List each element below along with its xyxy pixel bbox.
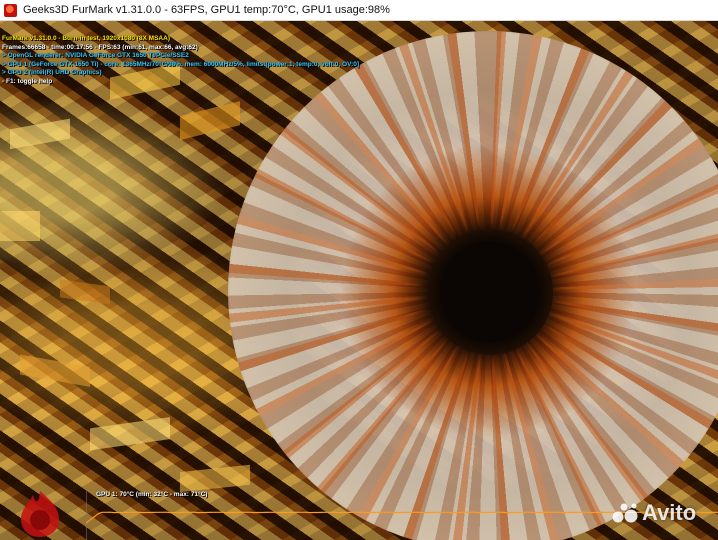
osd-line: Frames:66658 - time:00:17:56 - FPS:63 (m… xyxy=(2,43,198,51)
gpu-temperature-label: GPU 1: 70°C (min: 32°C - max: 71°C) xyxy=(96,491,208,498)
fur-eye-pupil xyxy=(427,229,553,355)
title-bar[interactable]: Geeks3D FurMark v1.31.0.0 - 63FPS, GPU1 … xyxy=(0,0,718,21)
osd-line: > GPU 2 (Intel(R) UHD Graphics) xyxy=(2,69,102,77)
avito-dots-icon xyxy=(612,503,638,523)
furmark-app-icon xyxy=(4,3,17,17)
stats-overlay: FurMark v1.31.0.0 - Burn-in test, 1920x1… xyxy=(2,35,359,87)
render-viewport[interactable]: FurMark v1.31.0.0 - Burn-in test, 1920x1… xyxy=(0,21,718,540)
furmark-window: Geeks3D FurMark v1.31.0.0 - 63FPS, GPU1 … xyxy=(0,0,718,540)
furmark-logo-icon xyxy=(21,491,59,537)
osd-line: FurMark v1.31.0.0 - Burn-in test, 1920x1… xyxy=(2,35,170,42)
osd-line: - F1: toggle help xyxy=(2,77,53,85)
avito-watermark: Avito xyxy=(612,500,696,526)
avito-watermark-text: Avito xyxy=(642,500,697,525)
osd-line: > OpenGL renderer: NVIDIA GeForce GTX 16… xyxy=(2,52,189,60)
window-title: Geeks3D FurMark v1.31.0.0 - 63FPS, GPU1 … xyxy=(23,4,390,16)
